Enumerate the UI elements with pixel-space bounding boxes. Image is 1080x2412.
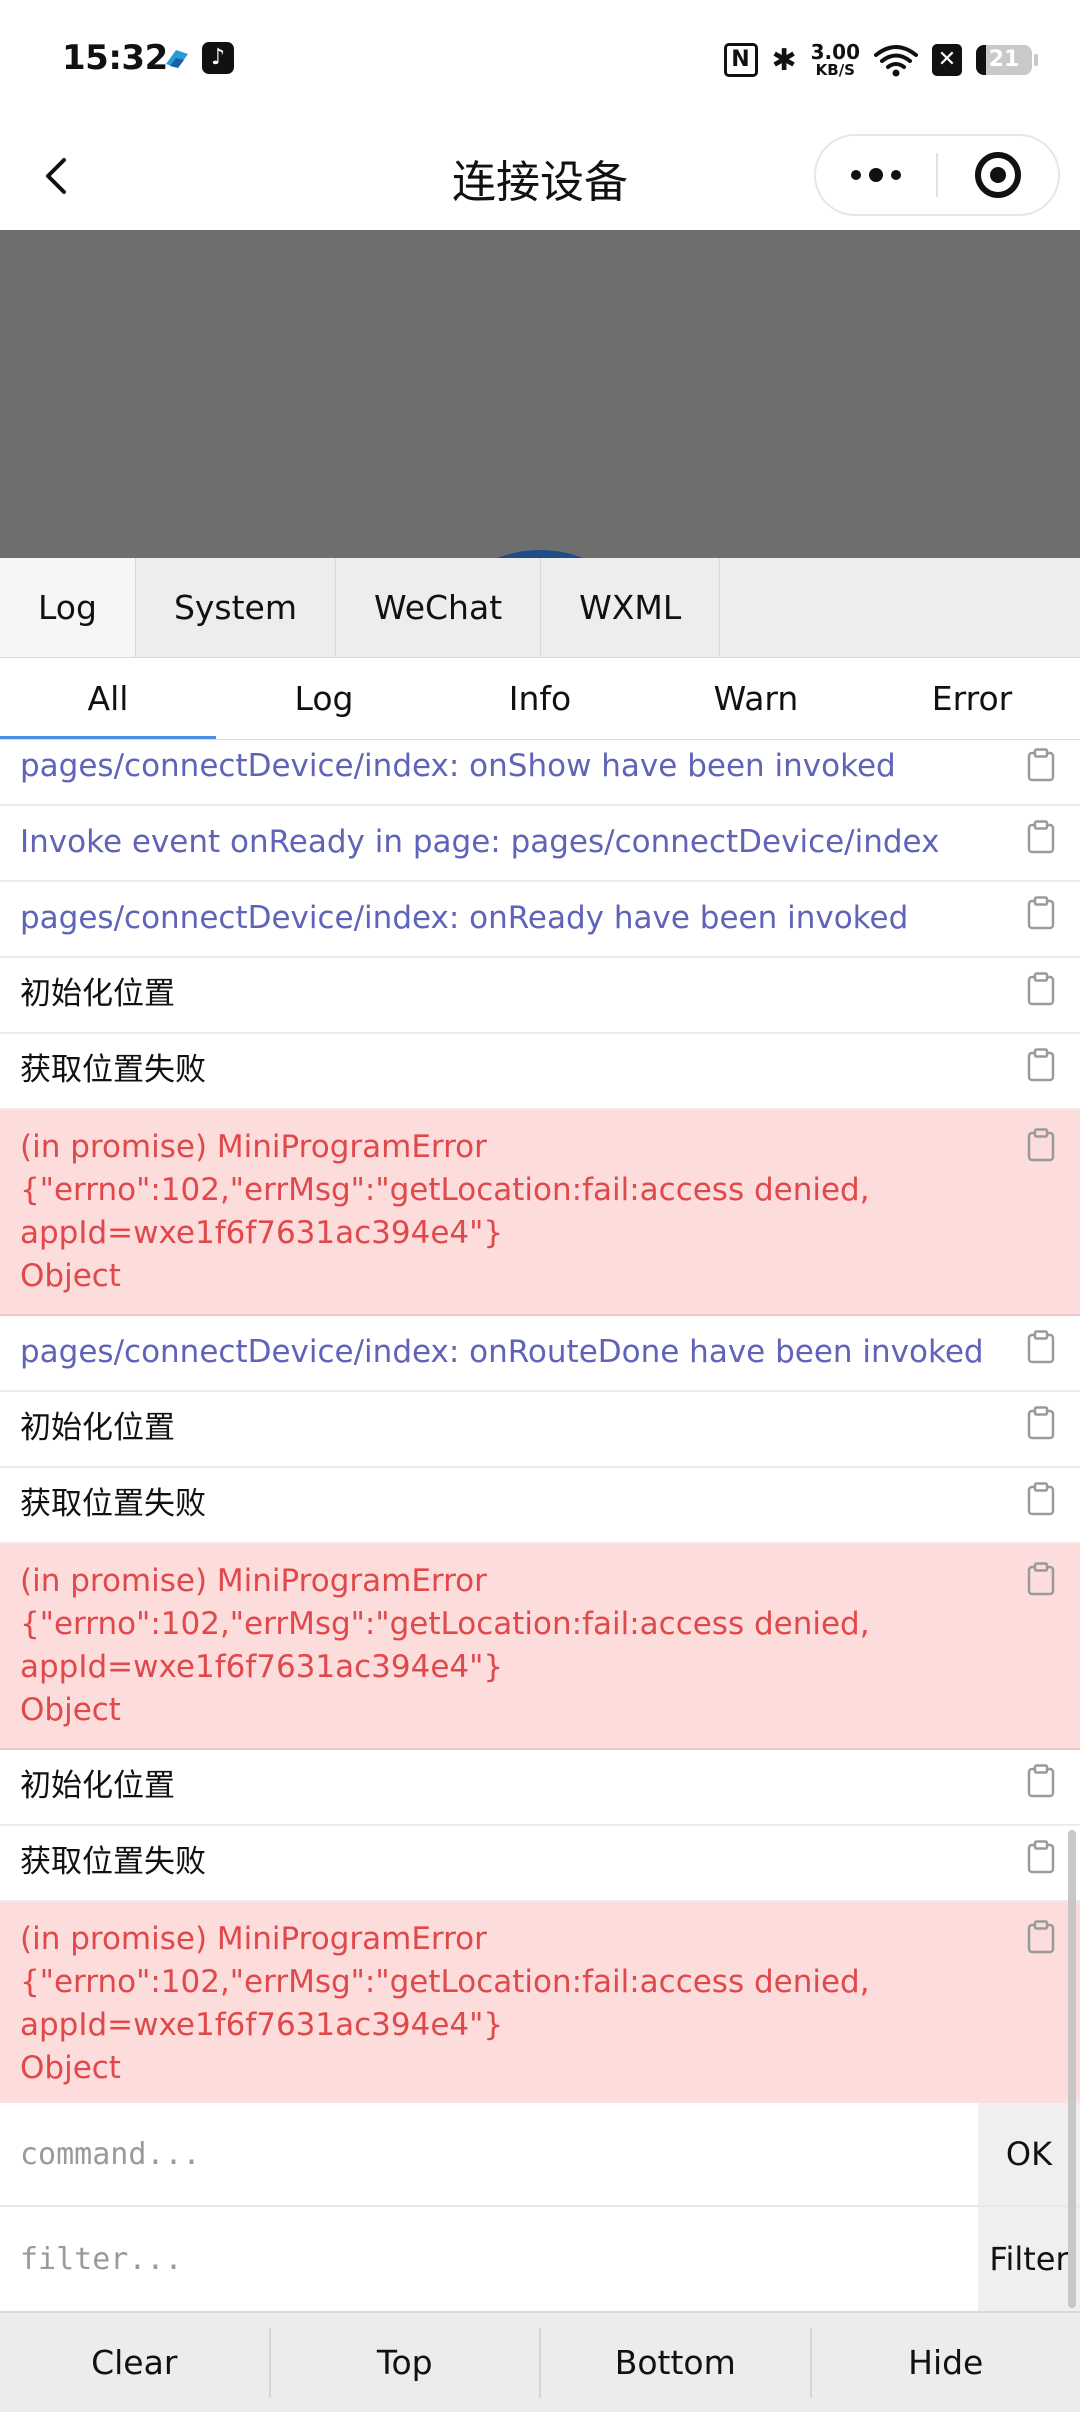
bottom-button[interactable]: Bottom bbox=[541, 2327, 812, 2398]
error-line: appId=wxe1f6f7631ac394e4"} bbox=[20, 2007, 504, 2043]
page-overlay bbox=[0, 230, 1080, 558]
log-text: 初始化位置 bbox=[20, 1768, 175, 1804]
status-time: 15:32 bbox=[62, 38, 168, 78]
battery-icon: 21 bbox=[976, 45, 1038, 75]
subtab-error[interactable]: Error bbox=[864, 658, 1080, 739]
log-scrollbar[interactable] bbox=[1068, 1830, 1076, 2308]
log-entry: 获取位置失败 bbox=[0, 1034, 1080, 1110]
log-entry: pages/connectDevice/index: onShow have b… bbox=[0, 740, 1080, 806]
error-line: (in promise) MiniProgramError bbox=[20, 1129, 487, 1165]
clipboard-copy-icon[interactable] bbox=[1026, 1562, 1056, 1596]
sim-status-icon: ✕ bbox=[932, 44, 962, 76]
tab-system[interactable]: System bbox=[136, 558, 337, 657]
clipboard-copy-icon[interactable] bbox=[1026, 1330, 1056, 1364]
log-text: 初始化位置 bbox=[20, 1410, 175, 1446]
log-entry: Invoke event onReady in page: pages/conn… bbox=[0, 806, 1080, 882]
hide-button[interactable]: Hide bbox=[812, 2328, 1080, 2398]
clipboard-copy-icon[interactable] bbox=[1026, 1840, 1056, 1874]
clipboard-copy-icon[interactable] bbox=[1026, 896, 1056, 930]
log-text: pages/connectDevice/index: onRouteDone h… bbox=[20, 1334, 984, 1370]
tab-wxml[interactable]: WXML bbox=[541, 558, 721, 657]
subtab-log[interactable]: Log bbox=[216, 658, 432, 739]
tiktok-notification-icon: ♪ bbox=[202, 42, 234, 74]
command-row: OK bbox=[0, 2103, 1080, 2207]
network-speed-unit: KB/S bbox=[815, 61, 855, 79]
log-entry: pages/connectDevice/index: onRouteDone h… bbox=[0, 1316, 1080, 1392]
more-dots-icon[interactable] bbox=[816, 136, 936, 214]
mini-program-capsule bbox=[814, 134, 1060, 216]
wifi-icon bbox=[874, 45, 918, 77]
error-line: appId=wxe1f6f7631ac394e4"} bbox=[20, 1215, 504, 1251]
subtab-info[interactable]: Info bbox=[432, 658, 648, 739]
subtab-warn[interactable]: Warn bbox=[648, 658, 864, 739]
command-input[interactable] bbox=[20, 2103, 960, 2205]
status-indicators: N ✱ 3.00 KB/S ✕ 21 bbox=[723, 38, 1038, 82]
filter-input[interactable] bbox=[20, 2207, 960, 2311]
log-list[interactable]: pages/connectDevice/index: onShow have b… bbox=[0, 740, 1080, 2103]
clear-button[interactable]: Clear bbox=[0, 2327, 271, 2398]
device-scan-graphic bbox=[496, 550, 584, 558]
nfc-icon: N bbox=[723, 43, 758, 77]
clipboard-copy-icon[interactable] bbox=[1026, 1920, 1056, 1954]
error-log-entry: (in promise) MiniProgramError {"errno":1… bbox=[0, 1544, 1080, 1750]
clipboard-copy-icon[interactable] bbox=[1026, 748, 1056, 782]
clipboard-copy-icon[interactable] bbox=[1026, 1764, 1056, 1798]
error-object-link[interactable]: Object bbox=[20, 1689, 998, 1732]
error-object-link[interactable]: Object bbox=[20, 1255, 998, 1298]
error-line: appId=wxe1f6f7631ac394e4"} bbox=[20, 1649, 504, 1685]
log-text: 获取位置失败 bbox=[20, 1486, 206, 1522]
filter-row: Filter bbox=[0, 2207, 1080, 2311]
log-entry: 初始化位置 bbox=[0, 1392, 1080, 1468]
vconsole-tabs: Log System WeChat WXML bbox=[0, 558, 1080, 658]
status-bar: 15:32 ♪ N ✱ 3.00 KB/S ✕ 21 bbox=[0, 0, 1080, 120]
error-line: {"errno":102,"errMsg":"getLocation:fail:… bbox=[20, 1172, 870, 1208]
nav-bar: 连接设备 bbox=[0, 120, 1080, 230]
log-entry: 获取位置失败 bbox=[0, 1468, 1080, 1544]
filter-button[interactable]: Filter bbox=[978, 2207, 1080, 2311]
subtab-all[interactable]: All bbox=[0, 658, 216, 739]
error-line: (in promise) MiniProgramError bbox=[20, 1563, 487, 1599]
clipboard-copy-icon[interactable] bbox=[1026, 1048, 1056, 1082]
error-log-entry: (in promise) MiniProgramError {"errno":1… bbox=[0, 1902, 1080, 2103]
command-ok-button[interactable]: OK bbox=[978, 2103, 1080, 2205]
log-level-tabs: All Log Info Warn Error bbox=[0, 658, 1080, 740]
error-line: {"errno":102,"errMsg":"getLocation:fail:… bbox=[20, 1964, 870, 2000]
log-entry: 获取位置失败 bbox=[0, 1826, 1080, 1902]
log-entry: 初始化位置 bbox=[0, 958, 1080, 1034]
close-ring-icon[interactable] bbox=[938, 136, 1058, 214]
log-text: pages/connectDevice/index: onReady have … bbox=[20, 900, 909, 936]
log-text: pages/connectDevice/index: onShow have b… bbox=[20, 748, 896, 784]
app-notification-icon bbox=[166, 50, 188, 68]
clipboard-copy-icon[interactable] bbox=[1026, 1482, 1056, 1516]
error-line: {"errno":102,"errMsg":"getLocation:fail:… bbox=[20, 1606, 870, 1642]
top-button[interactable]: Top bbox=[271, 2327, 541, 2398]
error-object-link[interactable]: Object bbox=[20, 2047, 998, 2090]
clipboard-copy-icon[interactable] bbox=[1026, 1406, 1056, 1440]
tab-log[interactable]: Log bbox=[0, 558, 136, 657]
clipboard-copy-icon[interactable] bbox=[1026, 1128, 1056, 1162]
network-speed-value: 3.00 bbox=[810, 40, 860, 64]
log-text: 初始化位置 bbox=[20, 976, 175, 1012]
log-entry: pages/connectDevice/index: onReady have … bbox=[0, 882, 1080, 958]
network-speed: 3.00 KB/S bbox=[811, 42, 860, 78]
log-entry: 初始化位置 bbox=[0, 1750, 1080, 1826]
log-text: 获取位置失败 bbox=[20, 1052, 206, 1088]
bluetooth-icon: ✱ bbox=[771, 42, 797, 78]
vconsole-toolbar: Clear Top Bottom Hide bbox=[0, 2311, 1080, 2412]
error-log-entry: (in promise) MiniProgramError {"errno":1… bbox=[0, 1110, 1080, 1316]
tab-wechat[interactable]: WeChat bbox=[336, 558, 542, 657]
log-text: Invoke event onReady in page: pages/conn… bbox=[20, 824, 940, 860]
error-line: (in promise) MiniProgramError bbox=[20, 1921, 487, 1957]
log-text: 获取位置失败 bbox=[20, 1844, 206, 1880]
clipboard-copy-icon[interactable] bbox=[1026, 972, 1056, 1006]
clipboard-copy-icon[interactable] bbox=[1026, 820, 1056, 854]
